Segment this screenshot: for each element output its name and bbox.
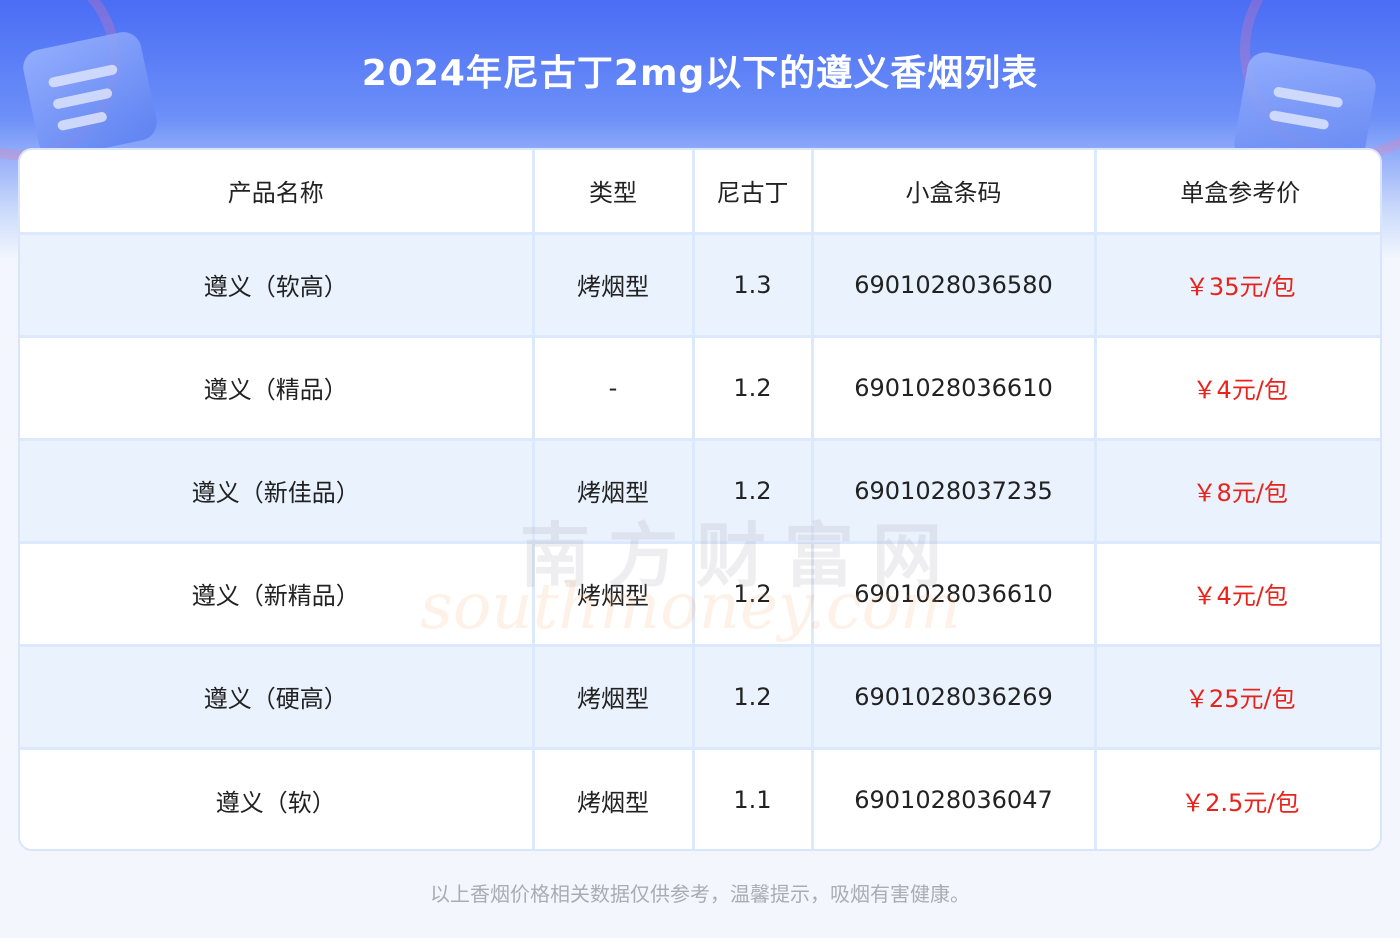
product-price: ￥4元/包 (1095, 336, 1380, 441)
product-type: 烤烟型 (533, 233, 695, 338)
product-price: ￥25元/包 (1095, 645, 1380, 750)
product-nicotine: 1.1 (693, 748, 814, 849)
product-name: 遵义（新佳品） (20, 439, 535, 544)
product-price: ￥8元/包 (1095, 439, 1380, 544)
cigarette-table-card: 产品名称 类型 尼古丁 小盒条码 单盒参考价 遵义（软高） 烤烟型 1.3 69… (18, 148, 1382, 851)
product-nicotine: 1.2 (693, 542, 814, 647)
product-barcode: 6901028036580 (812, 233, 1097, 338)
product-barcode: 6901028036610 (812, 336, 1097, 441)
product-barcode: 6901028037235 (812, 439, 1097, 544)
table-row: 遵义（新精品） 烤烟型 1.2 6901028036610 ￥4元/包 (20, 542, 1380, 647)
product-barcode: 6901028036269 (812, 645, 1097, 750)
product-nicotine: 1.2 (693, 336, 814, 441)
table-row: 遵义（软高） 烤烟型 1.3 6901028036580 ￥35元/包 (20, 233, 1380, 338)
column-header-barcode: 小盒条码 (812, 150, 1097, 235)
footer-disclaimer: 以上香烟价格相关数据仅供参考，温馨提示，吸烟有害健康。 (430, 882, 970, 906)
product-name: 遵义（软高） (20, 233, 535, 338)
product-type: - (533, 336, 695, 441)
cigarette-table: 产品名称 类型 尼古丁 小盒条码 单盒参考价 遵义（软高） 烤烟型 1.3 69… (20, 150, 1380, 849)
product-name: 遵义（软） (20, 748, 535, 849)
product-barcode: 6901028036047 (812, 748, 1097, 849)
product-nicotine: 1.2 (693, 645, 814, 750)
product-barcode: 6901028036610 (812, 542, 1097, 647)
product-price: ￥2.5元/包 (1095, 748, 1380, 849)
page-title: 2024年尼古丁2mg以下的遵义香烟列表 (361, 53, 1039, 94)
column-header-nicotine: 尼古丁 (693, 150, 814, 235)
column-header-name: 产品名称 (20, 150, 535, 235)
table-row: 遵义（软） 烤烟型 1.1 6901028036047 ￥2.5元/包 (20, 748, 1380, 849)
product-price: ￥4元/包 (1095, 542, 1380, 647)
table-row: 遵义（精品） - 1.2 6901028036610 ￥4元/包 (20, 336, 1380, 441)
product-name: 遵义（精品） (20, 336, 535, 441)
product-nicotine: 1.2 (693, 439, 814, 544)
table-header-row: 产品名称 类型 尼古丁 小盒条码 单盒参考价 (20, 150, 1380, 235)
product-type: 烤烟型 (533, 439, 695, 544)
product-type: 烤烟型 (533, 542, 695, 647)
product-price: ￥35元/包 (1095, 233, 1380, 338)
product-type: 烤烟型 (533, 645, 695, 750)
product-name: 遵义（硬高） (20, 645, 535, 750)
product-type: 烤烟型 (533, 748, 695, 849)
column-header-type: 类型 (533, 150, 695, 235)
product-name: 遵义（新精品） (20, 542, 535, 647)
table-row: 遵义（硬高） 烤烟型 1.2 6901028036269 ￥25元/包 (20, 645, 1380, 750)
product-nicotine: 1.3 (693, 233, 814, 338)
table-row: 遵义（新佳品） 烤烟型 1.2 6901028037235 ￥8元/包 (20, 439, 1380, 544)
column-header-price: 单盒参考价 (1095, 150, 1380, 235)
